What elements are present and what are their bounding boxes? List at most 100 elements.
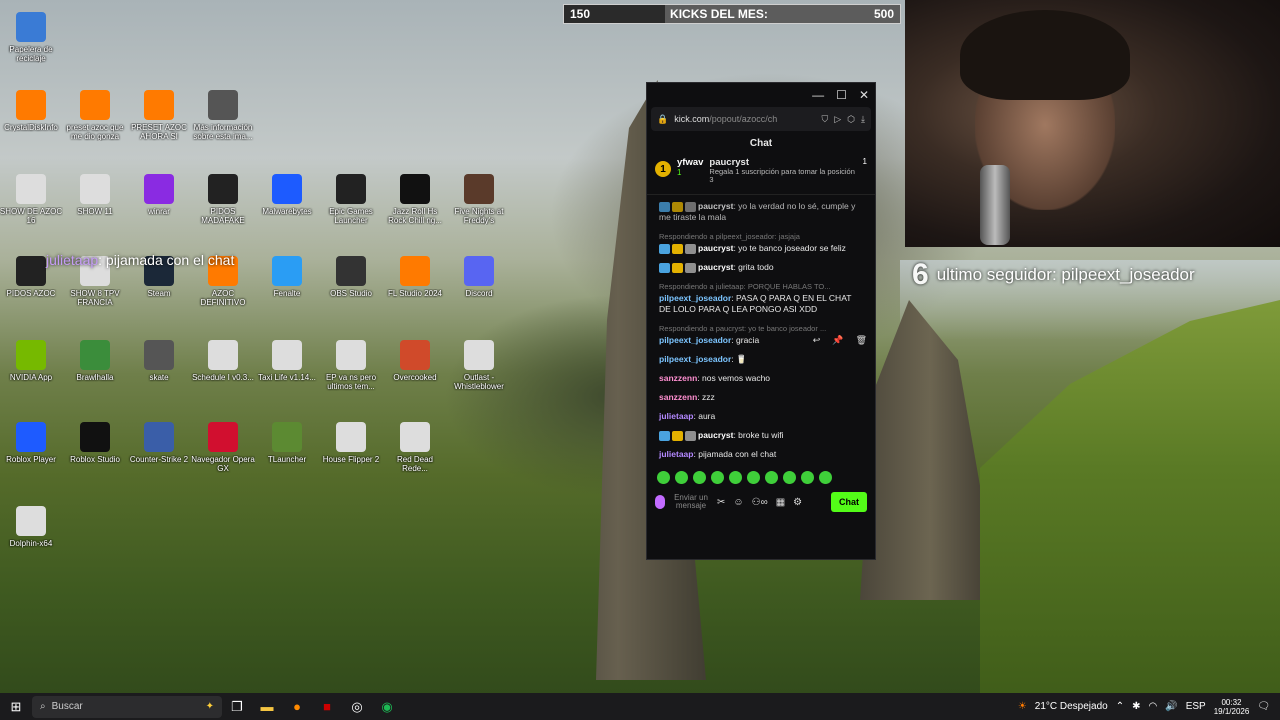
reply-icon[interactable]: ↩ xyxy=(813,335,821,346)
desktop-shortcut[interactable]: Schedule I v0.3... xyxy=(191,340,255,382)
desktop-shortcut[interactable]: Navegador Opera GX xyxy=(191,422,255,473)
gift-icon[interactable]: ✂ xyxy=(717,497,725,508)
chat-username[interactable]: paucryst xyxy=(698,430,733,440)
desktop-shortcut[interactable]: Dolphin-x64 xyxy=(0,506,63,548)
desktop-shortcut[interactable]: preset azoc que me dio gonza xyxy=(63,90,127,141)
desktop-shortcut[interactable]: FL Studio 2024 xyxy=(383,256,447,298)
desktop-shortcut[interactable]: Roblox Studio xyxy=(63,422,127,464)
taskbar-search[interactable]: ⌕ Buscar ✦ xyxy=(32,695,222,718)
emote-icon[interactable] xyxy=(819,471,832,484)
mic-icon[interactable] xyxy=(655,495,665,509)
store-icon[interactable]: ▦ xyxy=(776,497,785,508)
chat-message[interactable]: Respondiendo a pilpeext_joseador: jasjaj… xyxy=(659,231,865,254)
chat-username[interactable]: paucryst xyxy=(698,243,733,253)
chat-message[interactable]: sanzzenn: zzz xyxy=(659,392,865,403)
chat-username[interactable]: pilpeext_joseador xyxy=(659,335,731,345)
desktop-shortcut[interactable]: Brawlhalla xyxy=(63,340,127,382)
chat-username[interactable]: paucryst xyxy=(698,262,733,272)
emoji-icon[interactable]: ☺ xyxy=(733,497,743,508)
gifter-2[interactable]: paucryst Regala 1 suscripción para tomar… xyxy=(709,157,856,192)
desktop-shortcut[interactable]: winrar xyxy=(127,174,191,216)
address-bar[interactable]: 🔒 kick.com/popout/azocc/ch ⛉ ▷ ⬡ ⤓ xyxy=(651,107,871,131)
file-explorer-icon[interactable]: ▬ xyxy=(252,699,282,714)
delete-icon[interactable]: 🗑 xyxy=(856,335,867,346)
desktop-shortcut[interactable]: Epic Games Launcher xyxy=(319,174,383,225)
desktop-shortcut[interactable]: SHOW DE AZOC 16 xyxy=(0,174,63,225)
chat-input[interactable]: Enviar un mensaje xyxy=(673,494,709,510)
chat-message[interactable]: julietaap: aura xyxy=(659,411,865,422)
desktop-shortcut[interactable]: NVIDIA App xyxy=(0,340,63,382)
chat-message[interactable]: pilpeext_joseador: 🥛 xyxy=(659,354,865,365)
desktop-shortcut[interactable]: Malwarebytes xyxy=(255,174,319,216)
desktop-shortcut[interactable]: CrystalDiskInfo xyxy=(0,90,63,132)
combo-icon[interactable]: ⚇∞ xyxy=(752,497,768,508)
emote-icon[interactable] xyxy=(711,471,724,484)
download-icon[interactable]: ⤓ xyxy=(861,114,865,125)
reply-context[interactable]: Respondiendo a pilpeext_joseador: jasjaj… xyxy=(659,231,865,242)
chat-username[interactable]: julietaap xyxy=(659,449,693,459)
desktop-shortcut[interactable]: skate xyxy=(127,340,191,382)
desktop-shortcut[interactable]: SHOW 11 xyxy=(63,174,127,216)
desktop-shortcut[interactable]: Papelera de reciclaje xyxy=(0,12,63,63)
language-indicator[interactable]: ESP xyxy=(1186,701,1206,712)
chat-message[interactable]: paucryst: yo la verdad no lo sé, cumple … xyxy=(659,201,865,223)
desktop-shortcut[interactable]: Overcooked xyxy=(383,340,447,382)
desktop-shortcut[interactable]: Outlast - Whistleblower xyxy=(447,340,511,391)
task-view-icon[interactable]: ❐ xyxy=(222,699,252,715)
emote-icon[interactable] xyxy=(783,471,796,484)
chat-message[interactable]: sanzzenn: nos vemos wacho xyxy=(659,373,865,384)
bluetooth-icon[interactable]: ✱ xyxy=(1132,701,1140,712)
weather-text[interactable]: 21°C Despejado xyxy=(1035,701,1108,712)
pin-icon[interactable]: 📌 xyxy=(832,335,843,346)
desktop-shortcut[interactable]: Más información sobre esta ima... xyxy=(191,90,255,141)
desktop-shortcut[interactable]: PIDOS MADAFAKE xyxy=(191,174,255,225)
send-chat-button[interactable]: Chat xyxy=(831,492,867,512)
desktop-shortcut[interactable]: Roblox Player xyxy=(0,422,63,464)
spotify-icon[interactable]: ◉ xyxy=(372,699,402,715)
chat-username[interactable]: sanzzenn xyxy=(659,392,697,402)
desktop-shortcut[interactable]: OBS Studio xyxy=(319,256,383,298)
emote-icon[interactable] xyxy=(765,471,778,484)
desktop-shortcut[interactable]: Five Nights at Freddy's xyxy=(447,174,511,225)
emote-icon[interactable] xyxy=(657,471,670,484)
chat-username[interactable]: pilpeext_joseador xyxy=(659,293,731,303)
play-icon[interactable]: ▷ xyxy=(834,114,841,125)
maximize-icon[interactable]: ☐ xyxy=(836,88,847,102)
emote-icon[interactable] xyxy=(747,471,760,484)
address-url[interactable]: kick.com/popout/azocc/ch xyxy=(674,114,815,124)
shield-icon[interactable]: ⛉ xyxy=(821,114,828,125)
chat-username[interactable]: paucryst xyxy=(698,201,733,211)
chat-username[interactable]: julietaap xyxy=(659,411,693,421)
clock[interactable]: 00:32 19/1/2026 xyxy=(1214,698,1250,716)
desktop-shortcut[interactable]: Fenalte xyxy=(255,256,319,298)
reply-context[interactable]: Respondiendo a julietaap: PORQUE HABLAS … xyxy=(659,281,865,292)
minimize-icon[interactable]: — xyxy=(812,88,824,102)
volume-icon[interactable]: 🔊 xyxy=(1165,701,1177,712)
chat-username[interactable]: sanzzenn xyxy=(659,373,697,383)
desktop-shortcut[interactable]: PRESET AZOC AHORA SI xyxy=(127,90,191,141)
chat-message[interactable]: paucryst: broke tu wifi xyxy=(659,430,865,441)
desktop-shortcut[interactable]: House Flipper 2 xyxy=(319,422,383,464)
chat-username[interactable]: pilpeext_joseador xyxy=(659,354,731,364)
emote-icon[interactable] xyxy=(693,471,706,484)
chat-message[interactable]: Respondiendo a julietaap: PORQUE HABLAS … xyxy=(659,281,865,315)
wifi-icon[interactable]: ◠ xyxy=(1149,701,1158,712)
opera-gx-taskbar-icon[interactable]: ◎ xyxy=(342,699,372,715)
desktop-shortcut[interactable]: TLauncher xyxy=(255,422,319,464)
chevron-up-icon[interactable]: ⌃ xyxy=(1116,701,1124,712)
close-icon[interactable]: ✕ xyxy=(859,88,869,102)
chat-message[interactable]: paucryst: grita todo xyxy=(659,262,865,273)
extensions-icon[interactable]: ⬡ xyxy=(847,114,855,125)
settings-icon[interactable]: ⚙ xyxy=(793,497,802,508)
emote-icon[interactable] xyxy=(675,471,688,484)
gifter-1[interactable]: yfwav 1 xyxy=(677,157,703,192)
emote-icon[interactable] xyxy=(801,471,814,484)
obs-taskbar-icon[interactable]: ■ xyxy=(312,699,342,714)
desktop-shortcut[interactable]: Jazz Roll Hs Rock Chill ng... xyxy=(383,174,447,225)
fl-studio-taskbar-icon[interactable]: ● xyxy=(282,699,312,714)
notifications-icon[interactable]: 🗨 xyxy=(1257,701,1270,712)
chat-message[interactable]: julietaap: pijamada con el chat xyxy=(659,449,865,460)
desktop-shortcut[interactable]: Taxi Life v1.14... xyxy=(255,340,319,382)
windows-start-icon[interactable]: ⊞ xyxy=(0,699,32,715)
desktop-shortcut[interactable]: Counter-Strike 2 xyxy=(127,422,191,464)
